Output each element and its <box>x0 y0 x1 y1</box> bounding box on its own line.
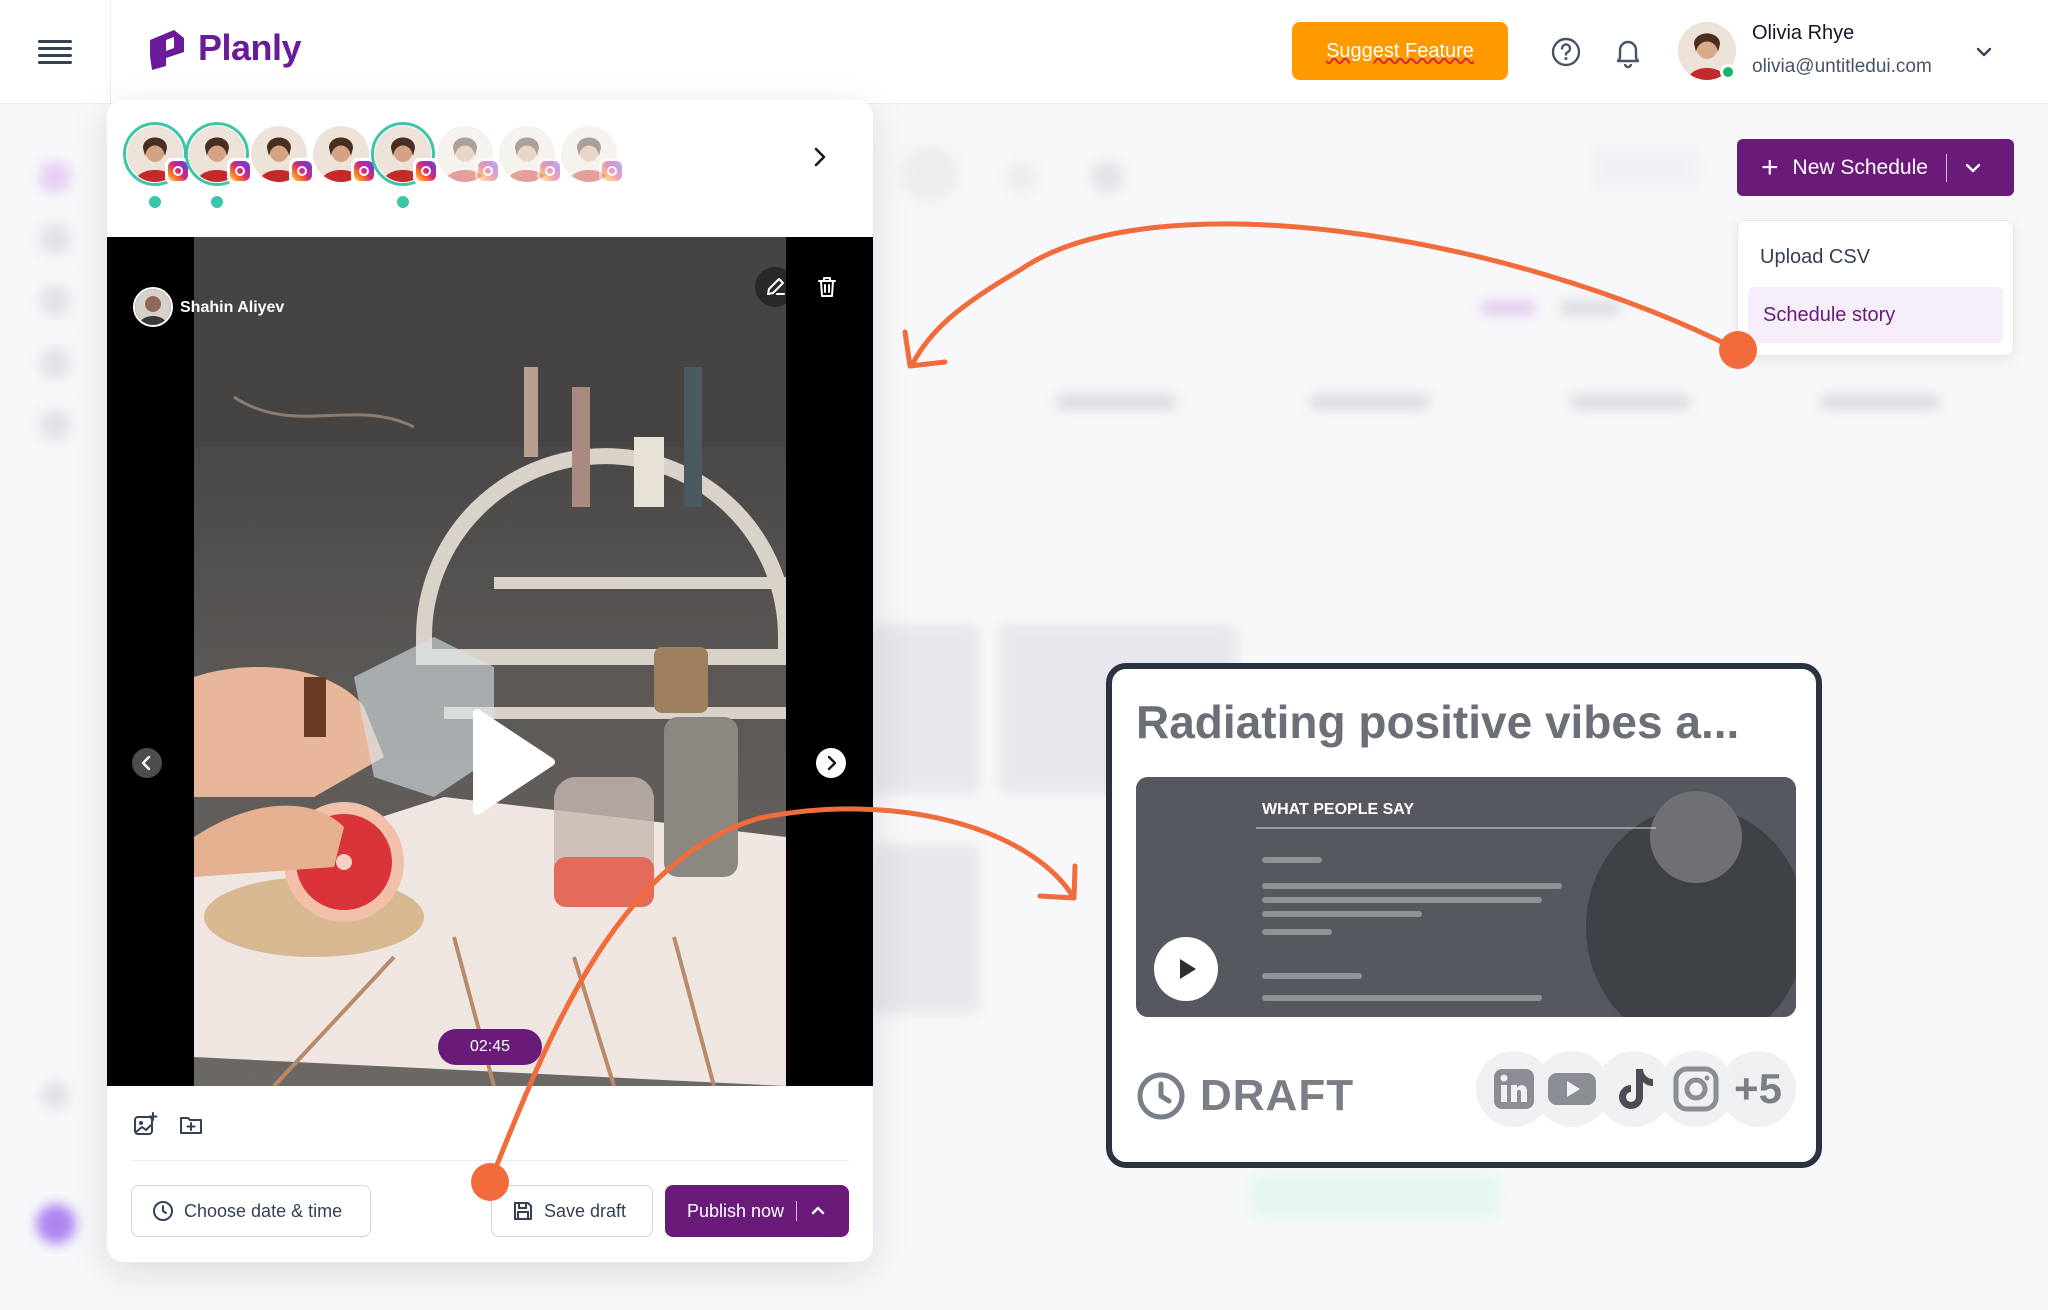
button-separator <box>796 1201 798 1221</box>
sidebar-icon <box>40 286 70 316</box>
menu-icon[interactable] <box>38 40 72 64</box>
add-folder-icon[interactable] <box>177 1110 205 1138</box>
chevron-right-icon[interactable] <box>816 748 846 778</box>
publish-now-label: Publish now <box>687 1200 785 1221</box>
post-preview-card[interactable]: Radiating positive vibes a... WHAT PEOPL… <box>1106 663 1822 1168</box>
story-editor-panel: Shahin Aliyev 02:45 Choose date & time S… <box>107 100 873 1262</box>
chevron-right-icon[interactable] <box>805 142 835 172</box>
new-schedule-button[interactable]: + New Schedule <box>1737 139 2014 196</box>
account-avatar[interactable] <box>309 122 377 186</box>
active-indicator <box>149 196 161 208</box>
help-icon[interactable] <box>1548 34 1584 70</box>
bg-text <box>1820 394 1940 410</box>
save-icon <box>514 1202 532 1220</box>
bg-shape <box>900 144 960 204</box>
author-avatar <box>133 287 173 327</box>
trash-icon[interactable] <box>807 267 847 307</box>
instagram-icon <box>599 158 625 184</box>
sidebar-icon <box>40 224 70 254</box>
chevron-down-icon[interactable] <box>1972 40 1996 64</box>
app-logo[interactable]: Planly <box>144 26 302 70</box>
video-frame <box>194 237 786 1086</box>
video-thumbnail <box>194 237 786 1086</box>
media-text-line <box>1262 911 1422 917</box>
top-bar: Planly Suggest Feature Olivia Rhye olivi… <box>0 0 2048 104</box>
bg-text <box>1480 300 1536 316</box>
account-avatar[interactable] <box>495 122 563 186</box>
more-platforms-badge: +5 <box>1720 1051 1796 1127</box>
post-media: WHAT PEOPLE SAY <box>1136 777 1796 1017</box>
save-draft-label: Save draft <box>544 1200 627 1221</box>
bell-icon[interactable] <box>1610 34 1646 70</box>
media-text-line <box>1262 883 1562 889</box>
post-status-label: DRAFT <box>1200 1071 1355 1120</box>
more-platforms-count: +5 <box>1734 1065 1782 1112</box>
menu-item-schedule-story[interactable]: Schedule story <box>1748 287 2003 343</box>
menu-item-upload-csv[interactable]: Upload CSV <box>1748 229 2003 285</box>
bg-text <box>1570 394 1690 410</box>
sidebar-icon <box>40 1080 70 1110</box>
schedule-dropdown-menu: Upload CSV Schedule story <box>1737 220 2014 356</box>
account-avatar[interactable] <box>185 122 253 186</box>
new-schedule-label: New Schedule <box>1792 155 1928 179</box>
add-image-icon[interactable] <box>131 1110 159 1138</box>
sidebar-divider <box>110 0 111 104</box>
author-photo <box>135 289 171 325</box>
clock-icon <box>1137 1072 1185 1120</box>
bg-card <box>1250 1174 1500 1218</box>
active-indicator <box>397 196 409 208</box>
media-text-line <box>1262 857 1322 863</box>
play-icon[interactable] <box>467 707 557 817</box>
planly-logo-icon <box>150 30 184 70</box>
account-avatar[interactable] <box>433 122 501 186</box>
sidebar-icon <box>36 1204 76 1244</box>
bg-shape <box>1004 160 1038 194</box>
bg-card <box>870 624 980 794</box>
media-text-line <box>1262 973 1362 979</box>
clock-icon <box>153 1201 173 1221</box>
bg-text <box>1310 394 1430 410</box>
account-avatar[interactable] <box>123 122 191 186</box>
app-name: Planly <box>198 27 302 68</box>
post-title: Radiating positive vibes a... <box>1136 696 1740 748</box>
account-avatar[interactable] <box>557 122 625 186</box>
media-text-line <box>1262 929 1332 935</box>
panel-divider <box>131 1160 849 1161</box>
publish-now-button[interactable]: Publish now <box>665 1185 849 1237</box>
media-heading: WHAT PEOPLE SAY <box>1262 801 1415 818</box>
bg-card <box>870 844 980 1014</box>
sidebar-icon <box>40 410 70 440</box>
choose-date-time-button[interactable]: Choose date & time <box>131 1185 371 1237</box>
online-status-dot <box>1720 64 1736 80</box>
user-name: Olivia Rhye <box>1752 22 1855 44</box>
button-separator <box>1945 153 1947 182</box>
suggest-feature-button[interactable]: Suggest Feature <box>1292 22 1508 80</box>
choose-date-time-label: Choose date & time <box>184 1200 343 1221</box>
edit-icon[interactable] <box>755 267 795 307</box>
plus-icon: + <box>1761 150 1779 184</box>
active-indicator <box>211 196 223 208</box>
post-status: DRAFT <box>1136 1071 1354 1121</box>
media-text-line <box>1262 897 1542 903</box>
account-avatar[interactable] <box>371 122 439 186</box>
filter-button <box>1590 144 1700 192</box>
video-duration: 02:45 <box>438 1029 542 1065</box>
save-draft-button[interactable]: Save draft <box>491 1185 653 1237</box>
sidebar-icon <box>40 348 70 378</box>
bg-shape <box>1090 160 1124 194</box>
chevron-down-icon[interactable] <box>1963 158 1983 178</box>
bg-text <box>1560 300 1620 316</box>
play-button[interactable] <box>1154 937 1218 1001</box>
bg-text <box>1056 394 1176 410</box>
account-avatar[interactable] <box>247 122 315 186</box>
chevron-up-icon[interactable] <box>809 1202 827 1220</box>
story-video[interactable]: Shahin Aliyev 02:45 <box>107 237 873 1086</box>
chevron-left-icon[interactable] <box>132 748 162 778</box>
author-name: Shahin Aliyev <box>180 299 285 316</box>
sidebar-icon <box>40 162 70 192</box>
play-icon <box>1180 959 1196 979</box>
media-text-line <box>1262 995 1542 1001</box>
user-email: olivia@untitledui.com <box>1752 56 1932 77</box>
